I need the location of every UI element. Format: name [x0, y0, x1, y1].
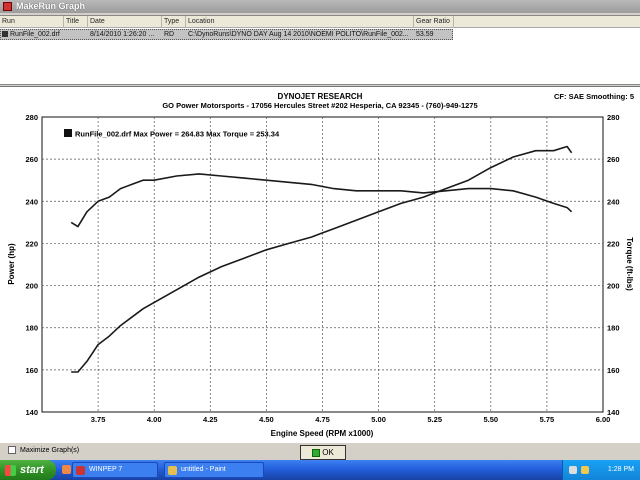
y-tick-label: 260: [25, 155, 38, 164]
ok-button[interactable]: OK: [300, 445, 346, 460]
x-tick-label: 3.75: [91, 415, 106, 424]
y2-axis-label: Torque (ft-lbs): [625, 237, 634, 291]
bottom-bar: Maximize Graph(s) OK: [0, 442, 640, 460]
x-tick-label: 4.25: [203, 415, 218, 424]
y-tick-label: 280: [25, 113, 38, 122]
ok-label: OK: [322, 448, 334, 457]
y-tick-label: 160: [25, 366, 38, 375]
x-tick-label: 4.75: [315, 415, 330, 424]
x-tick-label: 5.50: [483, 415, 498, 424]
start-button[interactable]: start: [0, 460, 56, 480]
table-row[interactable]: RunFile_002.drf 8/14/2010 1:26:20 ... RD…: [0, 29, 640, 40]
legend-swatch: [64, 129, 72, 137]
app-icon: [3, 2, 12, 11]
dyno-chart: DYNOJET RESEARCH GO Power Motorsports - …: [7, 92, 634, 438]
column-header-gear-ratio[interactable]: Gear Ratio: [414, 16, 454, 28]
y2-tick-label: 160: [607, 366, 620, 375]
x-axis-label: Engine Speed (RPM x1000): [271, 429, 374, 438]
checkbox-box[interactable]: [8, 446, 16, 455]
y2-tick-label: 180: [607, 324, 620, 333]
cell-run-text: RunFile_002.drf: [10, 31, 60, 38]
task-label-paint: untitled - Paint: [181, 466, 226, 473]
run-file-icon: [2, 31, 8, 38]
y2-tick-label: 140: [607, 408, 620, 417]
cell-gear-ratio: 53.59: [416, 31, 434, 38]
column-header-date[interactable]: Date: [88, 16, 162, 28]
graph-pane: DYNOJET RESEARCH GO Power Motorsports - …: [0, 86, 640, 442]
y-tick-label: 240: [25, 197, 38, 206]
y2-tick-label: 200: [607, 282, 620, 291]
cell-run: RunFile_002.drf: [0, 29, 64, 40]
chart-heading: DYNOJET RESEARCH: [278, 92, 363, 101]
y-tick-label: 180: [25, 324, 38, 333]
makerun-graph-window: MakeRun Graph Run Title Date Type Locati…: [0, 0, 640, 480]
y-tick-label: 220: [25, 239, 38, 248]
y-tick-label: 200: [25, 282, 38, 291]
chart-subheading: GO Power Motorsports - 17056 Hercules St…: [162, 101, 477, 110]
run-list-table: Run Title Date Type Location Gear Ratio …: [0, 15, 640, 85]
x-tick-label: 5.75: [540, 415, 555, 424]
window-title: MakeRun Graph: [16, 1, 86, 11]
y2-tick-label: 280: [607, 113, 620, 122]
column-header-run[interactable]: Run: [0, 16, 64, 28]
column-header-location[interactable]: Location: [186, 16, 414, 28]
taskbar-item-paint[interactable]: untitled - Paint: [164, 462, 264, 478]
x-tick-label: 4.50: [259, 415, 274, 424]
quick-launch-icon[interactable]: [62, 465, 71, 474]
cell-date: 8/14/2010 1:26:20 ...: [90, 31, 155, 38]
x-tick-label: 4.00: [147, 415, 162, 424]
ok-check-icon: [312, 448, 321, 457]
winpep-icon: [76, 466, 85, 475]
column-header-type[interactable]: Type: [162, 16, 186, 28]
x-tick-label: 5.00: [371, 415, 386, 424]
y2-tick-label: 220: [607, 239, 620, 248]
volume-icon[interactable]: [569, 466, 577, 474]
column-header-title[interactable]: Title: [64, 16, 88, 28]
y2-tick-label: 260: [607, 155, 620, 164]
y2-tick-label: 240: [607, 197, 620, 206]
cell-location: C:\DynoRuns\DYNO DAY Aug 14 2010\NOEMI P…: [188, 31, 409, 38]
start-label: start: [20, 464, 44, 476]
cell-type: RD: [164, 31, 175, 38]
maximize-label: Maximize Graph(s): [20, 447, 80, 454]
table-header: Run Title Date Type Location Gear Ratio: [0, 16, 640, 28]
x-tick-label: 5.25: [427, 415, 442, 424]
security-icon[interactable]: [581, 466, 589, 474]
windows-logo-icon: [5, 465, 16, 476]
y-axis-label: Power (hp): [7, 243, 16, 285]
cell-title: [64, 29, 88, 40]
chart-settings: CF: SAE Smoothing: 5: [554, 92, 634, 101]
clock: 1:28 PM: [607, 466, 634, 473]
system-tray: 1:28 PM: [562, 460, 640, 480]
paint-icon: [168, 466, 177, 475]
legend-text: RunFile_002.drf Max Power = 264.83 Max T…: [75, 130, 280, 139]
task-label-winpep: WINPEP 7: [89, 466, 123, 473]
y-tick-label: 140: [25, 408, 38, 417]
title-bar[interactable]: MakeRun Graph: [0, 0, 640, 13]
taskbar: start WINPEP 7 untitled - Paint 1:28 PM: [0, 460, 640, 480]
maximize-graphs-checkbox[interactable]: Maximize Graph(s): [8, 446, 79, 456]
taskbar-item-winpep[interactable]: WINPEP 7: [72, 462, 158, 478]
